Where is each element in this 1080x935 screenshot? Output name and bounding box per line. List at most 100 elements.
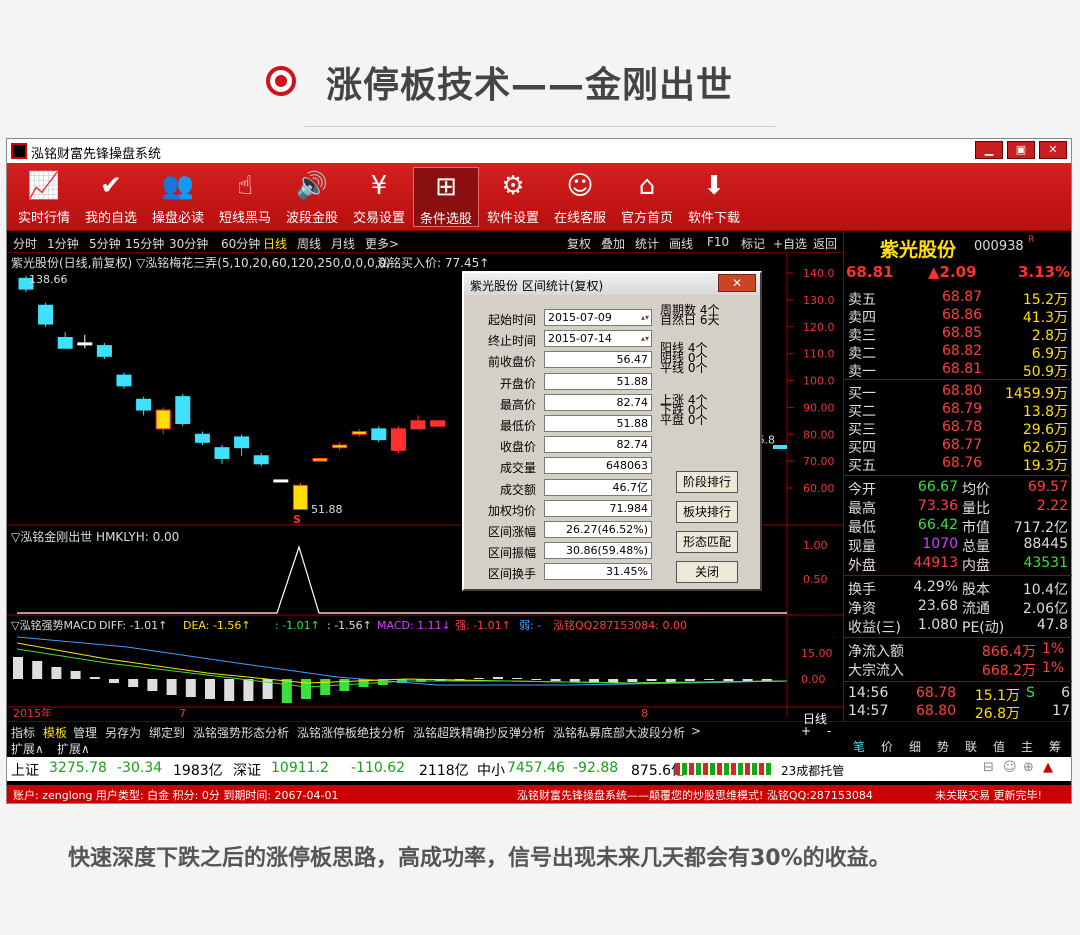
timeframe-tab-7[interactable]: 周线	[297, 235, 321, 252]
y-tick-label: 100.0	[803, 375, 835, 388]
chart-tool-0[interactable]: 复权	[567, 235, 591, 252]
chart-tool-4[interactable]: F10	[707, 235, 729, 249]
quote-row: 最高 73.36 量比 2.22	[846, 498, 1070, 517]
candle	[38, 302, 54, 327]
settings-icon[interactable]: ⊕	[1023, 760, 1034, 775]
order-level: 卖五	[848, 292, 876, 308]
quote-tab-2[interactable]: 细	[909, 738, 921, 755]
toolbar-button-5[interactable]: ¥ 交易设置	[346, 167, 412, 227]
toolbar-button-7[interactable]: ⚙ 软件设置	[480, 167, 546, 227]
chart-tool-1[interactable]: 叠加	[601, 235, 625, 252]
sell-signal-mark: S	[293, 513, 301, 526]
field-label: 成交额	[499, 482, 536, 497]
spin-icon[interactable]: ▴▾	[641, 331, 649, 346]
spin-icon[interactable]: ▴▾	[641, 310, 649, 325]
indicator-tab-4[interactable]: 绑定到	[149, 724, 185, 741]
quote-tab-4[interactable]: 联	[965, 738, 977, 755]
indicator-tab-0[interactable]: 指标	[11, 724, 35, 741]
timeframe-tab-8[interactable]: 月线	[331, 235, 355, 252]
toolbar-button-3[interactable]: ☝ 短线黑马	[212, 167, 278, 227]
quote-tab-5[interactable]: 值	[993, 738, 1005, 755]
indicator-tab-3[interactable]: 另存为	[105, 724, 141, 741]
toolbar-button-2[interactable]: 👥 操盘必读	[145, 167, 211, 227]
stat-label: 净资	[848, 601, 876, 617]
sector-rank-button[interactable]: 板块排行	[676, 501, 738, 523]
marquee-text: 泓铭财富先锋操盘系统——颠覆您的炒股思维模式! 泓铭QQ:287153084	[517, 789, 873, 802]
pattern-match-button[interactable]: 形态匹配	[676, 531, 738, 553]
field-value[interactable]: 2015-07-09 ▴▾	[544, 309, 652, 326]
zoom-in-button[interactable]: +	[801, 724, 811, 738]
indicator-tab-9[interactable]: >	[691, 724, 701, 738]
trend-chart-icon: 📈	[27, 171, 61, 201]
quote-row: 净资 23.68 流通 2.06亿	[846, 598, 1070, 617]
minimize-button[interactable]: ▁	[975, 141, 1003, 159]
quote-tab-7[interactable]: 筹	[1049, 738, 1061, 755]
timeframe-tab-4[interactable]: 30分钟	[169, 235, 208, 252]
toolbar-button-6[interactable]: ⊞ 条件选股	[413, 167, 479, 227]
macd-bar	[128, 679, 139, 687]
toolbar-button-0[interactable]: 📈 实时行情	[11, 167, 77, 227]
toolbar-button-8[interactable]: ☺ 在线客服	[547, 167, 613, 227]
stat-value: 73.36	[917, 498, 958, 514]
rights-flag: R	[1028, 235, 1035, 245]
stat-label: 流通	[962, 601, 990, 617]
maximize-button[interactable]: ▣	[1007, 141, 1035, 159]
timeframe-tab-1[interactable]: 1分钟	[47, 235, 79, 252]
low-price-marker: 51.88	[311, 503, 343, 516]
stat-value: 47.8	[1036, 617, 1068, 633]
macd-bar	[70, 671, 81, 679]
org-chart-icon: ⊞	[435, 172, 457, 202]
quote-tab-3[interactable]: 势	[937, 738, 949, 755]
dialog-close-button[interactable]: ✕	[718, 274, 756, 292]
chart-tool-7[interactable]: 返回	[813, 235, 837, 252]
indicator-tab-7[interactable]: 泓铭超跌精确抄反弹分析	[413, 724, 545, 741]
quote-tab-6[interactable]: 主	[1021, 738, 1033, 755]
expand-tab-0[interactable]: 扩展∧	[11, 740, 44, 757]
timeframe-tab-6[interactable]: 日线	[263, 235, 287, 252]
toolbar-button-4[interactable]: 🔊 波段金股	[279, 167, 345, 227]
chart-tool-5[interactable]: 标记	[741, 235, 765, 252]
zoom-out-button[interactable]: -	[827, 724, 831, 738]
chart-tool-6[interactable]: +自选	[773, 235, 807, 252]
chart-tool-3[interactable]: 画线	[669, 235, 693, 252]
stat-label: 股本	[962, 582, 990, 598]
expand-tab-1[interactable]: 扩展∧	[57, 740, 90, 757]
stat-value: 23.68	[917, 598, 958, 614]
order-level: 卖四	[848, 310, 876, 326]
y-tick-label: 130.0	[803, 294, 835, 307]
y-tick-label: 140.0	[803, 267, 835, 280]
toolbar-button-9[interactable]: ⌂ 官方首页	[614, 167, 680, 227]
candle	[312, 457, 328, 462]
macd-bar	[493, 677, 503, 679]
smile-icon[interactable]: ☺	[1003, 760, 1017, 775]
quote-tab-0[interactable]: 笔	[853, 738, 865, 755]
macd-legend: DEA: -1.56↑	[183, 619, 251, 632]
indicator-tab-5[interactable]: 泓铭强势形态分析	[193, 724, 289, 741]
toolbar-label: 波段金股	[285, 211, 338, 226]
candle	[175, 393, 191, 427]
chart-tool-2[interactable]: 统计	[635, 235, 659, 252]
close-window-button[interactable]: ✕	[1039, 141, 1067, 159]
timeframe-tab-3[interactable]: 15分钟	[125, 235, 164, 252]
order-price: 68.82	[942, 343, 983, 359]
toolbar-button-1[interactable]: ✔ 我的自选	[78, 167, 144, 227]
book-divider	[844, 575, 1072, 576]
toolbar-label: 交易设置	[352, 211, 405, 226]
indicator-tab-6[interactable]: 泓铭涨停板绝技分析	[297, 724, 405, 741]
toolbar-button-10[interactable]: ⬇ 软件下载	[681, 167, 747, 227]
field-value[interactable]: 2015-07-14 ▴▾	[544, 330, 652, 348]
indicator-tab-1[interactable]: 模板	[43, 724, 67, 741]
alert-icon[interactable]: ▲	[1043, 760, 1053, 775]
quote-tab-1[interactable]: 价	[881, 738, 893, 755]
window-mode-icon[interactable]: ⊟	[983, 760, 994, 775]
stage-rank-button[interactable]: 阶段排行	[676, 471, 738, 493]
index-item[interactable]: 23成都托管	[781, 762, 844, 779]
close-dialog-button[interactable]: 关闭	[676, 561, 738, 583]
indicator-tab-2[interactable]: 管理	[73, 724, 97, 741]
timeframe-tab-5[interactable]: 60分钟	[221, 235, 260, 252]
indicator-tab-8[interactable]: 泓铭私募底部大波段分析	[553, 724, 685, 741]
stat-label: 现量	[848, 539, 876, 555]
timeframe-tab-9[interactable]: 更多>	[365, 235, 399, 252]
timeframe-tab-2[interactable]: 5分钟	[89, 235, 121, 252]
timeframe-tab-0[interactable]: 分时	[13, 235, 37, 252]
